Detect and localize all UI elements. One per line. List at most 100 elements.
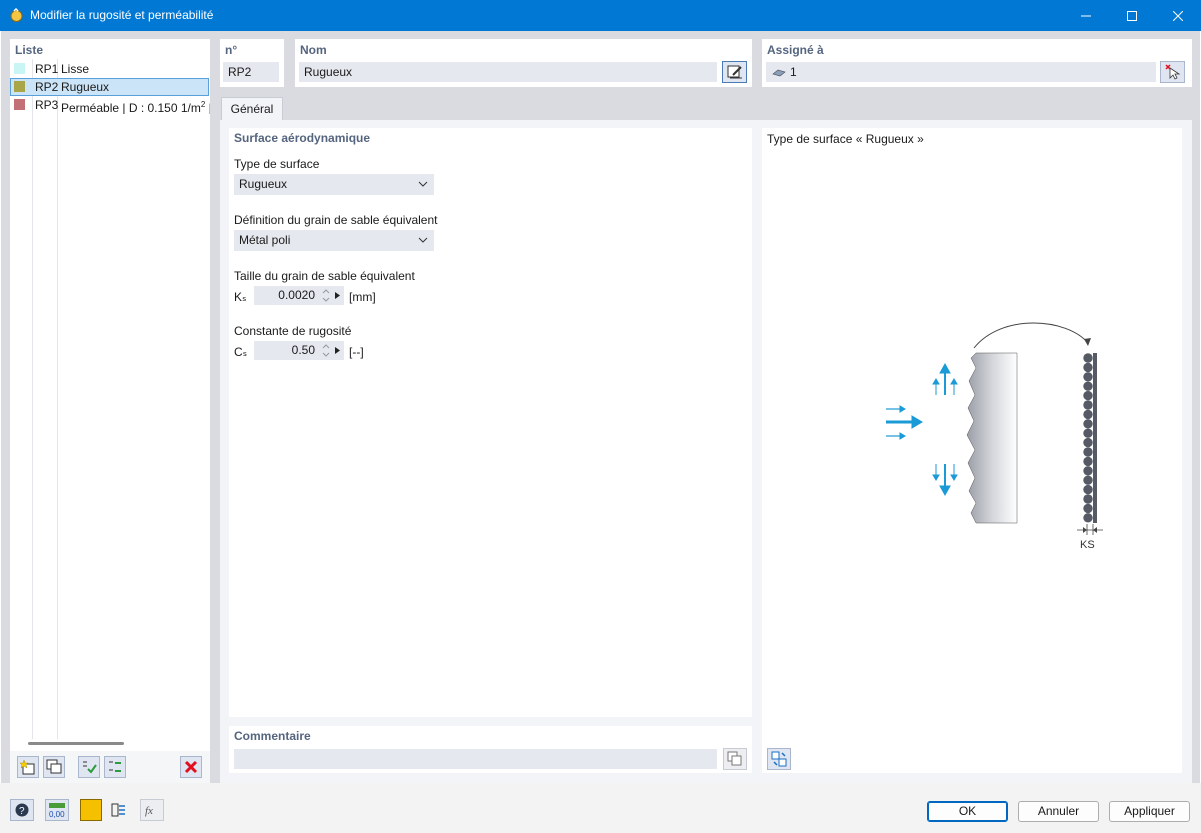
aerodynamic-surface-panel: Surface aérodynamique Type de surface Ru… xyxy=(229,128,752,717)
roughness-grain xyxy=(1083,362,1093,373)
close-button[interactable] xyxy=(1155,0,1201,31)
list-header: Liste xyxy=(15,43,44,57)
color-picker-icon[interactable] xyxy=(80,799,102,821)
display-settings-icon[interactable] xyxy=(106,799,130,821)
svg-text:0,00: 0,00 xyxy=(49,810,65,818)
list-item-label: Lisse xyxy=(61,62,90,76)
units-icon[interactable]: 0,00 xyxy=(45,799,69,821)
roughness-grain xyxy=(1083,437,1093,448)
cs-symbol: Cₛ xyxy=(234,345,248,359)
roughness-grain xyxy=(1083,456,1093,467)
ok-button[interactable]: OK xyxy=(927,801,1008,822)
comment-header: Commentaire xyxy=(234,729,311,743)
spin-arrows-icon[interactable] xyxy=(322,287,330,310)
edit-name-icon[interactable] xyxy=(722,61,747,83)
app-icon xyxy=(9,7,24,23)
ks-symbol: Kₛ xyxy=(234,290,247,304)
list-item-id: RP1 xyxy=(35,62,59,76)
cs-unit: [--] xyxy=(349,345,364,359)
title-bar: Modifier la rugosité et perméabilité xyxy=(0,0,1201,31)
roughness-constant-label: Constante de rugosité xyxy=(234,324,352,338)
color-swatch xyxy=(14,63,25,74)
list-toolbar xyxy=(10,751,210,784)
roughness-grain xyxy=(1083,503,1093,514)
name-header: Nom xyxy=(300,43,327,57)
number-field[interactable]: RP2 xyxy=(223,62,279,82)
grain-definition-value: Métal poli xyxy=(239,233,291,247)
list-item-selected[interactable]: RP2 Rugueux xyxy=(10,78,209,96)
dialog-footer: ? 0,00 fx OK Annuler Appliquer xyxy=(0,783,1201,833)
list-item-id: RP2 xyxy=(35,80,59,94)
help-icon[interactable]: ? xyxy=(10,799,34,821)
assigned-field[interactable]: 1 xyxy=(766,62,1156,82)
tab-general[interactable]: Général xyxy=(221,97,283,121)
roughness-grain xyxy=(1083,372,1093,382)
ks-diagram-label: KS xyxy=(1080,539,1095,551)
ks-unit: [mm] xyxy=(349,290,376,304)
roughness-grain xyxy=(1083,419,1093,429)
figure-panel: Type de surface « Rugueux » KS xyxy=(762,128,1182,773)
cs-spinbox[interactable]: 0.50 xyxy=(254,341,344,360)
svg-text:?: ? xyxy=(19,806,25,817)
list-item[interactable]: RP3 Perméable | D : 0.150 1/m2 | I xyxy=(10,96,210,114)
copy-comment-icon[interactable] xyxy=(723,748,747,770)
comment-input[interactable] xyxy=(234,749,717,769)
swap-view-icon[interactable] xyxy=(767,748,791,770)
roughness-diagram: KS xyxy=(886,322,1103,551)
play-arrow-icon[interactable] xyxy=(334,286,341,311)
surface-type-dropdown[interactable]: Rugueux xyxy=(234,174,434,195)
chevron-down-icon xyxy=(418,174,428,202)
roughness-grain xyxy=(1083,400,1093,410)
surface-type-value: Rugueux xyxy=(239,177,288,191)
list-item[interactable]: RP1 Lisse xyxy=(10,60,210,78)
roughness-grain xyxy=(1083,484,1093,495)
list-item-id: RP3 xyxy=(35,98,59,112)
apply-button[interactable]: Appliquer xyxy=(1109,801,1190,822)
section-title: Surface aérodynamique xyxy=(234,131,371,145)
cancel-button[interactable]: Annuler xyxy=(1018,801,1099,822)
roughness-grain xyxy=(1083,381,1093,391)
select-cursor-icon[interactable] xyxy=(1160,61,1185,83)
delete-icon[interactable] xyxy=(180,756,202,778)
maximize-button[interactable] xyxy=(1109,0,1155,31)
window-title: Modifier la rugosité et perméabilité xyxy=(30,8,214,22)
roughness-grain xyxy=(1083,428,1093,438)
list-item-label: Perméable | D : 0.150 1/m2 | I xyxy=(61,100,210,114)
list-item-label: Rugueux xyxy=(61,80,110,94)
svg-text:fx: fx xyxy=(145,805,153,817)
list-divider xyxy=(32,59,33,739)
check-all-icon[interactable] xyxy=(78,756,100,778)
formula-icon[interactable]: fx xyxy=(140,799,164,821)
ks-value: 0.0020 xyxy=(278,288,315,302)
ks-spinbox[interactable]: 0.0020 xyxy=(254,286,344,305)
number-header: n° xyxy=(225,43,238,57)
roughness-grain xyxy=(1083,513,1093,523)
name-panel: Nom Rugueux xyxy=(295,39,752,87)
list-divider xyxy=(57,59,58,739)
play-arrow-icon[interactable] xyxy=(334,341,341,366)
name-input[interactable]: Rugueux xyxy=(299,62,717,82)
assigned-header: Assigné à xyxy=(767,43,824,57)
surface-icon xyxy=(772,67,786,81)
color-swatch xyxy=(14,99,25,110)
grain-definition-label: Définition du grain de sable équivalent xyxy=(234,213,438,227)
figure-title: Type de surface « Rugueux » xyxy=(767,132,924,146)
copy-item-icon[interactable] xyxy=(43,756,65,778)
roughness-grain xyxy=(1083,390,1093,401)
chevron-down-icon xyxy=(418,230,428,258)
grain-definition-dropdown[interactable]: Métal poli xyxy=(234,230,434,251)
number-panel: n° RP2 xyxy=(220,39,284,87)
cs-value: 0.50 xyxy=(291,343,315,357)
minimize-button[interactable] xyxy=(1063,0,1109,31)
roughness-grain xyxy=(1083,409,1093,420)
horizontal-scrollbar[interactable] xyxy=(28,742,124,745)
comment-panel: Commentaire xyxy=(229,726,752,773)
surface-type-label: Type de surface xyxy=(234,157,320,171)
list-panel: Liste RP1 Lisse RP2 Rugueux RP3 Perméabl… xyxy=(10,39,210,784)
spin-arrows-icon[interactable] xyxy=(322,342,330,365)
toggle-check-icon[interactable] xyxy=(104,756,126,778)
color-swatch xyxy=(14,81,25,92)
roughness-grain xyxy=(1083,494,1093,504)
new-item-icon[interactable] xyxy=(17,756,39,778)
roughness-grain xyxy=(1083,475,1093,485)
